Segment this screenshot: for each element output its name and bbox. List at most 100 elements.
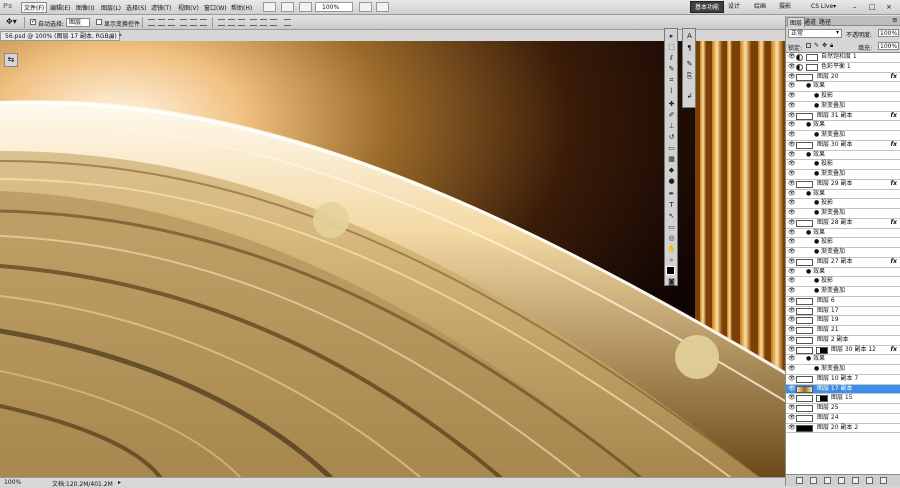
document-tab[interactable]: 56.psd @ 100% (图层 17 副本, RGB/8) * × — [0, 31, 122, 41]
lasso-tool-icon[interactable]: ℓ — [666, 53, 677, 63]
layer-effect-row[interactable]: 👁︎ ● 效果 — [786, 82, 900, 92]
layer-row[interactable]: 👁︎ 图层 21 — [786, 326, 900, 336]
layer-thumbnail[interactable] — [796, 219, 813, 227]
clone-source-panel-icon[interactable]: ⎘ — [684, 71, 695, 82]
layer-row[interactable]: 👁︎ 图层 31 副本 fx — [786, 112, 900, 122]
visibility-eye-icon[interactable]: 👁︎ — [788, 316, 796, 325]
menu-select[interactable]: 选择(S) — [126, 3, 147, 12]
layer-fx-icon[interactable]: fx — [891, 73, 897, 82]
effect-visibility-icon[interactable]: ● — [806, 121, 811, 130]
visibility-eye-icon[interactable]: 👁︎ — [788, 365, 796, 374]
visibility-eye-icon[interactable]: 👁︎ — [788, 346, 796, 355]
zoom-level-select[interactable]: 100% — [315, 2, 353, 12]
layer-effect-row[interactable]: 👁︎ ● 效果 — [786, 268, 900, 278]
visibility-eye-icon[interactable]: 👁︎ — [788, 268, 796, 277]
history-panel-icon[interactable]: ↲ — [684, 91, 695, 102]
layer-fx-icon[interactable]: fx — [891, 141, 897, 150]
type-tool-icon[interactable]: T — [666, 200, 677, 210]
visibility-eye-icon[interactable]: 👁︎ — [788, 307, 796, 316]
visibility-eye-icon[interactable]: 👁︎ — [788, 121, 796, 130]
visibility-eye-icon[interactable]: 👁︎ — [788, 160, 796, 169]
quick-select-tool-icon[interactable]: ✎ — [666, 64, 677, 74]
distribute-right-icon[interactable] — [270, 19, 277, 26]
brush-preset-panel-icon[interactable]: ✎ — [684, 59, 695, 70]
screen-mode-button[interactable] — [376, 2, 389, 12]
layer-effect-row[interactable]: 👁︎ ● 渐变叠加 — [786, 365, 900, 375]
new-layer-icon[interactable] — [866, 477, 873, 484]
distribute-top-icon[interactable] — [218, 19, 225, 26]
eyedropper-tool-icon[interactable]: ⌇ — [666, 86, 677, 96]
layer-thumbnail[interactable] — [796, 141, 813, 149]
character-panel-icon[interactable]: A — [684, 31, 695, 42]
visibility-eye-icon[interactable]: 👁︎ — [788, 385, 796, 394]
visibility-eye-icon[interactable]: 👁︎ — [788, 141, 796, 150]
layer-thumbnail[interactable] — [796, 180, 813, 188]
layer-row[interactable]: 👁︎ 图层 24 — [786, 414, 900, 424]
layer-thumbnail[interactable] — [796, 73, 813, 81]
minimize-icon[interactable]: – — [853, 3, 857, 11]
distribute-bottom-icon[interactable] — [238, 19, 245, 26]
effect-visibility-icon[interactable]: ● — [814, 199, 819, 208]
visibility-eye-icon[interactable]: 👁︎ — [788, 53, 796, 62]
visibility-eye-icon[interactable]: 👁︎ — [788, 190, 796, 199]
effect-visibility-icon[interactable]: ● — [806, 229, 811, 238]
effect-visibility-icon[interactable]: ● — [814, 248, 819, 257]
layer-thumbnail[interactable] — [796, 375, 813, 383]
layer-effect-row[interactable]: 👁︎ ● 投影 — [786, 160, 900, 170]
effect-visibility-icon[interactable]: ● — [806, 190, 811, 199]
layer-thumbnail[interactable] — [796, 297, 813, 305]
effect-visibility-icon[interactable]: ● — [814, 238, 819, 247]
hand-tool-icon[interactable]: ✋ — [666, 244, 677, 254]
visibility-eye-icon[interactable]: 👁︎ — [788, 73, 796, 82]
layer-row[interactable]: 👁︎ 图层 28 副本 fx — [786, 219, 900, 229]
layer-thumbnail[interactable] — [796, 424, 813, 432]
effect-visibility-icon[interactable]: ● — [806, 151, 811, 160]
visibility-eye-icon[interactable]: 👁︎ — [788, 112, 796, 121]
layer-mask-thumbnail[interactable] — [806, 54, 818, 61]
crop-tool-icon[interactable]: ⌗ — [666, 75, 677, 85]
layer-effect-row[interactable]: 👁︎ ● 效果 — [786, 229, 900, 239]
lock-transparent-icon[interactable] — [806, 43, 811, 48]
layer-effect-row[interactable]: 👁︎ ● 渐变叠加 — [786, 209, 900, 219]
visibility-eye-icon[interactable]: 👁︎ — [788, 248, 796, 257]
add-style-icon[interactable] — [810, 477, 817, 484]
paragraph-panel-icon[interactable]: ¶ — [684, 43, 695, 54]
visibility-eye-icon[interactable]: 👁︎ — [788, 355, 796, 364]
layer-thumbnail[interactable] — [796, 336, 813, 344]
layer-fx-icon[interactable]: fx — [891, 112, 897, 121]
show-transform-checkbox[interactable] — [96, 19, 102, 25]
visibility-eye-icon[interactable]: 👁︎ — [788, 258, 796, 267]
quick-mask-icon[interactable]: ◙ — [666, 277, 677, 287]
layer-thumbnail[interactable] — [796, 385, 813, 393]
layer-row[interactable]: 👁︎ 图层 19 — [786, 316, 900, 326]
layer-mask-thumbnail[interactable] — [816, 346, 828, 354]
dodge-tool-icon[interactable]: ● — [666, 176, 677, 186]
visibility-eye-icon[interactable]: 👁︎ — [788, 424, 796, 433]
move-tool-icon[interactable]: ✥▾ — [6, 17, 17, 26]
auto-select-checkbox[interactable] — [30, 18, 36, 25]
layer-thumbnail[interactable] — [796, 395, 813, 403]
layer-row[interactable]: 👁︎ 图层 20 副本 2 — [786, 424, 900, 434]
layer-row[interactable]: 👁︎ 图层 25 — [786, 404, 900, 414]
effect-visibility-icon[interactable]: ● — [814, 209, 819, 218]
foreground-color-swatch[interactable] — [666, 266, 675, 275]
bridge-button[interactable] — [263, 2, 276, 12]
cs-live-button[interactable]: CS Live▾ — [811, 3, 836, 10]
visibility-eye-icon[interactable]: 👁︎ — [788, 82, 796, 91]
layer-row[interactable]: 👁︎ 图层 30 副本 fx — [786, 141, 900, 151]
visibility-eye-icon[interactable]: 👁︎ — [788, 170, 796, 179]
marquee-tool-icon[interactable]: ⬚ — [666, 42, 677, 52]
visibility-eye-icon[interactable]: 👁︎ — [788, 414, 796, 423]
layer-effect-row[interactable]: 👁︎ ● 渐变叠加 — [786, 248, 900, 258]
menu-file[interactable]: 文件(F) — [21, 2, 48, 13]
layer-thumbnail[interactable] — [796, 258, 813, 266]
align-bottom-icon[interactable] — [168, 19, 175, 26]
visibility-eye-icon[interactable]: 👁︎ — [788, 209, 796, 218]
status-menu-arrow-icon[interactable]: ▸ — [118, 479, 121, 486]
effect-visibility-icon[interactable]: ● — [806, 82, 811, 91]
visibility-eye-icon[interactable]: 👁︎ — [788, 326, 796, 335]
layer-row[interactable]: 👁︎ 图层 20 fx — [786, 73, 900, 83]
layer-effect-row[interactable]: 👁︎ ● 渐变叠加 — [786, 102, 900, 112]
healing-brush-tool-icon[interactable]: ✚ — [666, 99, 677, 109]
visibility-eye-icon[interactable]: 👁︎ — [788, 336, 796, 345]
